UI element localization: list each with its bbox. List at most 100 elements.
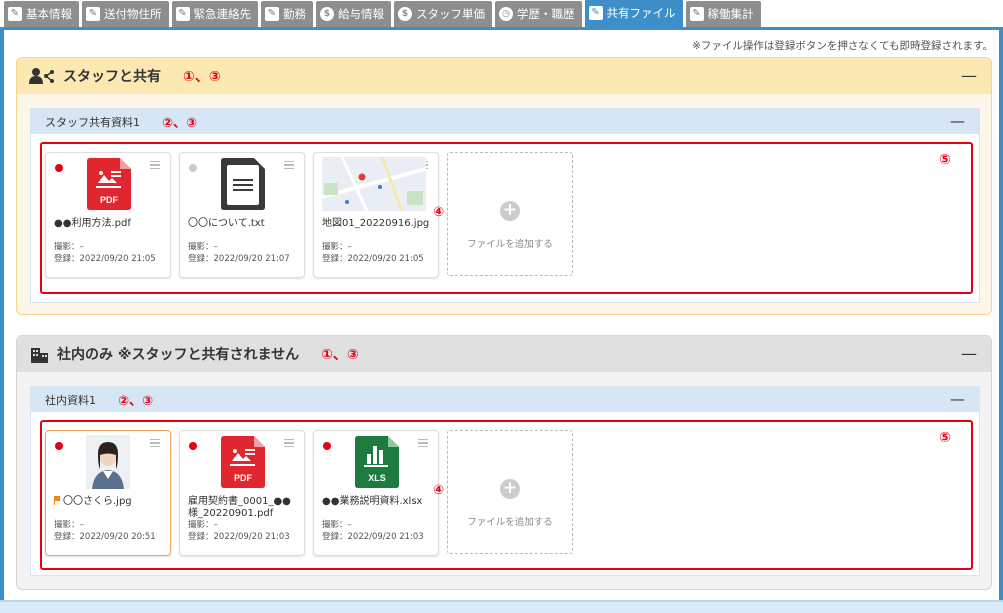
menu-icon[interactable] <box>418 439 428 447</box>
tab-emergency-contact[interactable]: ✎ 緊急連絡先 <box>171 1 258 27</box>
instant-save-notice: ※ファイル操作は登録ボタンを押さなくても即時登録されます。 <box>692 40 993 52</box>
menu-icon[interactable] <box>284 161 294 169</box>
add-file-label: ファイルを追加する <box>467 239 553 250</box>
shot-date: 撮影：– <box>188 242 218 252</box>
edit-icon: ✎ <box>265 7 279 21</box>
file-name: 〇〇について.txt <box>188 218 265 229</box>
file-card[interactable]: 地図01_20220916.jpg 撮影：– 登録：2022/09/20 21:0… <box>313 152 439 278</box>
file-card[interactable]: 〇〇について.txt 撮影：– 登録：2022/09/20 21:07 <box>179 152 305 278</box>
file-card[interactable]: XLS ●●業務説明資料.xlsx 撮影：– 登録：2022/09/20 21:0… <box>313 430 439 556</box>
collapse-button[interactable]: — <box>961 344 977 363</box>
folder-panel: 社内資料1 ②、③ — 〇〇さくら.jpg 撮影：– 登録：2022/09/20 … <box>30 386 980 576</box>
tab-education-career[interactable]: ◷ 学歴・職歴 <box>495 1 582 27</box>
tab-label: 送付物住所 <box>104 7 162 21</box>
folder-title: 社内資料1 <box>45 393 96 407</box>
file-card[interactable]: PDF ●●利用方法.pdf 撮影：– 登録：2022/09/20 21:05 <box>45 152 171 278</box>
building-icon <box>31 348 48 363</box>
bottom-bar <box>0 600 1003 613</box>
file-meta: 撮影：– 登録：2022/09/20 21:03 <box>322 519 424 543</box>
status-dot <box>189 164 197 172</box>
annotation-marker: ②、③ <box>118 394 154 409</box>
edit-icon: ✎ <box>175 7 190 21</box>
status-dot <box>189 442 197 450</box>
clock-icon: ◷ <box>499 7 513 21</box>
registered-date: 登録：2022/09/20 21:07 <box>188 254 290 264</box>
tab-label: 共有ファイル <box>606 6 676 20</box>
folder-collapse-button[interactable]: — <box>950 112 965 130</box>
tab-operation-summary[interactable]: ✎ 稼働集計 <box>685 1 761 27</box>
plus-icon: + <box>500 479 520 499</box>
shot-date: 撮影：– <box>322 520 352 530</box>
txt-icon <box>221 158 265 210</box>
file-name: ●●利用方法.pdf <box>54 218 131 229</box>
file-area: PDF ●●利用方法.pdf 撮影：– 登録：2022/09/20 21:05 〇… <box>40 142 973 294</box>
pdf-icon: PDF <box>87 158 131 210</box>
annotation-marker: ④ <box>433 483 445 498</box>
tab-work[interactable]: ✎ 勤務 <box>261 1 313 27</box>
plus-icon: + <box>500 201 520 221</box>
yen-coin-icon: $ <box>320 7 334 21</box>
edit-icon: ✎ <box>689 7 704 21</box>
shot-date: 撮影：– <box>54 242 84 252</box>
tab-staff-rate[interactable]: $ スタッフ単価 <box>394 1 492 27</box>
edit-icon: ✎ <box>86 7 100 21</box>
shot-date: 撮影：– <box>54 520 84 530</box>
tab-label: 給与情報 <box>338 7 384 21</box>
tab-label: スタッフ単価 <box>416 7 485 21</box>
section-title: 社内のみ ※スタッフと共有されません <box>57 347 300 363</box>
tab-label: 学歴・職歴 <box>517 7 575 21</box>
status-dot <box>323 442 331 450</box>
map-thumbnail <box>322 157 426 211</box>
menu-icon[interactable] <box>150 439 160 447</box>
annotation-marker: ⑤ <box>939 430 951 446</box>
section-header[interactable]: 社内のみ ※スタッフと共有されません ①、③ — <box>17 336 991 372</box>
tab-label: 緊急連絡先 <box>193 7 252 21</box>
annotation-marker: ④ <box>433 205 445 220</box>
file-card[interactable]: PDF 雇用契約書_0001_●●様_20220901.pdf 撮影：– 登録：2… <box>179 430 305 556</box>
edit-icon: ✎ <box>8 7 22 21</box>
folder-title: スタッフ共有資料1 <box>45 115 140 129</box>
yen-coin-icon: $ <box>398 7 412 21</box>
annotation-marker: ①、③ <box>183 69 221 85</box>
tab-delivery-address[interactable]: ✎ 送付物住所 <box>82 1 169 27</box>
registered-date: 登録：2022/09/20 21:05 <box>54 254 156 264</box>
folder-header[interactable]: スタッフ共有資料1 ②、③ — <box>31 109 979 134</box>
flag-icon <box>54 496 61 505</box>
registered-date: 登録：2022/09/20 21:03 <box>322 532 424 542</box>
registered-date: 登録：2022/09/20 21:03 <box>188 532 290 542</box>
edit-icon: ✎ <box>588 6 603 20</box>
annotation-marker: ①、③ <box>321 347 359 363</box>
annotation-marker: ⑤ <box>939 152 951 168</box>
file-meta: 撮影：– 登録：2022/09/20 20:51 <box>54 519 156 543</box>
file-card[interactable]: 〇〇さくら.jpg 撮影：– 登録：2022/09/20 20:51 <box>45 430 171 556</box>
tab-basic-info[interactable]: ✎ 基本情報 <box>4 1 79 27</box>
internal-only-section: 社内のみ ※スタッフと共有されません ①、③ — 社内資料1 ②、③ — 〇〇さ <box>16 335 992 590</box>
staff-shared-section: スタッフと共有 ①、③ — スタッフ共有資料1 ②、③ — PDF ●●利用方法… <box>16 57 992 315</box>
file-name: ●●業務説明資料.xlsx <box>322 496 423 507</box>
file-area: 〇〇さくら.jpg 撮影：– 登録：2022/09/20 20:51 PDF 雇用 <box>40 420 973 570</box>
section-header[interactable]: スタッフと共有 ①、③ — <box>17 58 991 94</box>
shot-date: 撮影：– <box>322 242 352 252</box>
tab-label: 勤務 <box>283 7 306 21</box>
section-title: スタッフと共有 <box>63 69 161 85</box>
menu-icon[interactable] <box>284 439 294 447</box>
status-dot <box>55 164 63 172</box>
add-file-button[interactable]: ④ + ファイルを追加する <box>433 430 573 554</box>
tab-label: 稼働集計 <box>707 7 754 21</box>
xls-icon: XLS <box>355 436 399 488</box>
tab-bar: ✎ 基本情報 ✎ 送付物住所 ✎ 緊急連絡先 ✎ 勤務 $ 給与情報 $ スタッフ単価 ◷ 学… <box>0 0 1003 30</box>
collapse-button[interactable]: — <box>961 66 977 85</box>
photo-thumbnail <box>86 435 130 489</box>
menu-icon[interactable] <box>150 161 160 169</box>
file-name: 〇〇さくら.jpg <box>54 496 166 508</box>
tab-shared-files[interactable]: ✎ 共有ファイル <box>584 0 683 27</box>
registered-date: 登録：2022/09/20 20:51 <box>54 532 156 542</box>
status-dot <box>55 442 63 450</box>
add-file-label: ファイルを追加する <box>467 517 553 528</box>
add-file-button[interactable]: ④ + ファイルを追加する <box>433 152 573 276</box>
file-meta: 撮影：– 登録：2022/09/20 21:07 <box>188 241 290 265</box>
annotation-marker: ②、③ <box>162 116 198 131</box>
folder-header[interactable]: 社内資料1 ②、③ — <box>31 387 979 412</box>
tab-salary-info[interactable]: $ 給与情報 <box>316 1 391 27</box>
folder-collapse-button[interactable]: — <box>950 390 965 408</box>
